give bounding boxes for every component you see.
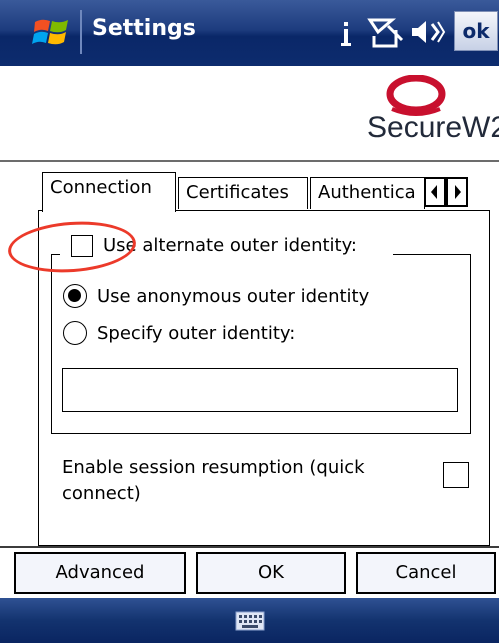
use-alternate-identity-checkbox[interactable] bbox=[71, 235, 93, 257]
title-ok-button[interactable]: ok bbox=[454, 11, 498, 51]
window-title: Settings bbox=[92, 16, 196, 41]
brand-name: SecureW2 bbox=[367, 111, 499, 144]
header-divider bbox=[0, 160, 499, 162]
windows-start-icon[interactable] bbox=[32, 14, 72, 50]
specify-identity-radio[interactable] bbox=[63, 321, 87, 345]
anonymous-identity-label: Use anonymous outer identity bbox=[97, 286, 370, 307]
tab-left-arrow-icon bbox=[431, 185, 437, 199]
use-alternate-identity-label: Use alternate outer identity: bbox=[103, 235, 357, 256]
bottom-bar bbox=[0, 598, 499, 643]
title-bar: Settings ok bbox=[0, 0, 499, 66]
keyboard-icon[interactable] bbox=[235, 611, 265, 631]
advanced-button[interactable]: Advanced bbox=[14, 552, 186, 594]
title-separator bbox=[80, 10, 82, 54]
tab-scroll-left[interactable] bbox=[424, 177, 446, 207]
anonymous-identity-radio[interactable] bbox=[63, 284, 87, 308]
tab-connection[interactable]: Connection bbox=[42, 172, 176, 212]
outer-identity-input[interactable] bbox=[62, 368, 458, 412]
tab-right-arrow-icon bbox=[455, 185, 461, 199]
button-divider bbox=[0, 546, 499, 548]
cancel-button[interactable]: Cancel bbox=[356, 552, 496, 594]
session-resumption-line1: Enable session resumption (quick bbox=[62, 457, 365, 478]
tab-certificates[interactable]: Certificates bbox=[178, 177, 308, 209]
tab-scroll-right[interactable] bbox=[446, 177, 468, 207]
connectivity-icon[interactable] bbox=[366, 12, 406, 52]
specify-identity-label: Specify outer identity: bbox=[97, 323, 296, 344]
session-resumption-label: Enable session resumption (quick connect… bbox=[62, 455, 365, 507]
volume-icon[interactable] bbox=[408, 12, 446, 52]
ok-button[interactable]: OK bbox=[196, 552, 346, 594]
signal-icon[interactable] bbox=[337, 12, 355, 52]
session-resumption-line2: connect) bbox=[62, 483, 141, 504]
session-resumption-checkbox[interactable] bbox=[443, 462, 469, 488]
securew2-logo: SecureW2 bbox=[360, 75, 499, 155]
tab-authentication[interactable]: Authentica bbox=[310, 177, 425, 209]
